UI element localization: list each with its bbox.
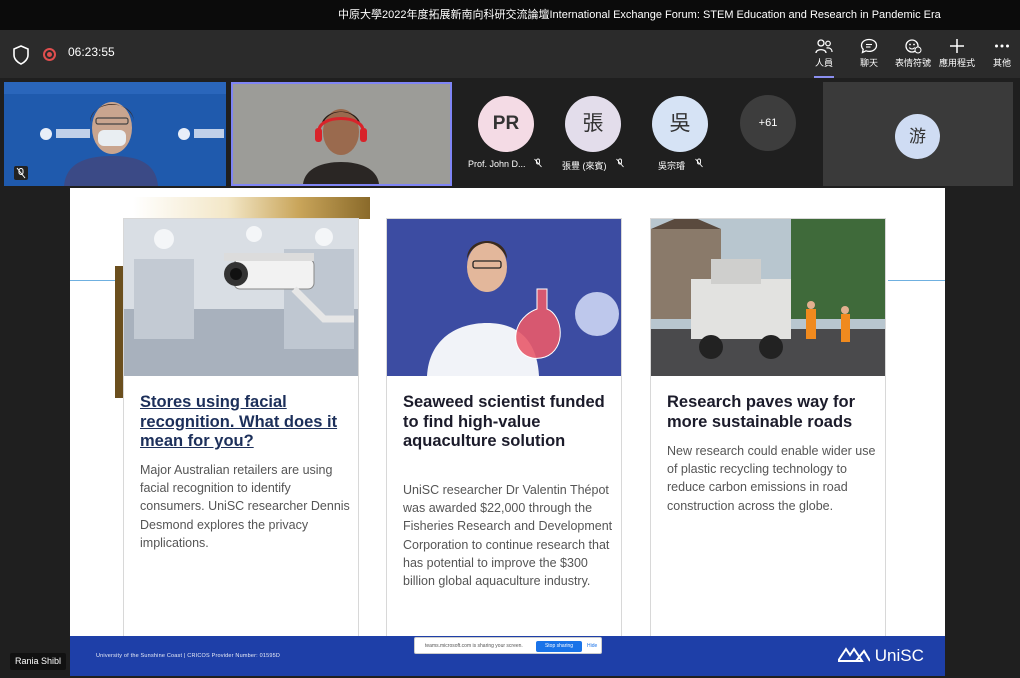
microphone-muted-icon: [695, 158, 703, 168]
participant-initials: 張: [582, 112, 604, 135]
news-card-image-scientist: [387, 219, 621, 376]
news-card-body: Major Australian retailers are using fac…: [140, 463, 350, 550]
microphone-muted-icon: [14, 166, 28, 180]
plus-icon: [950, 39, 964, 53]
meeting-title: 中原大學2022年度拓展新南向科研交流論壇International Excha…: [338, 9, 941, 21]
stop-sharing-button[interactable]: Stop sharing: [536, 641, 582, 652]
screen-share-message: teams.microsoft.com is sharing your scre…: [425, 643, 523, 649]
participant-name: 張豐 (來賓): [562, 161, 607, 171]
news-card[interactable]: Stores using facial recognition. What do…: [123, 218, 359, 644]
participant-initials: PR: [492, 113, 520, 134]
participant-avatar[interactable]: PR: [478, 96, 534, 152]
shared-screen-stage: Stores using facial recognition. What do…: [0, 188, 1020, 678]
news-card-image-roadworks: [651, 219, 885, 376]
slide-divider-line: [70, 280, 115, 281]
overflow-count: +61: [758, 117, 778, 129]
slide-divider-line: [888, 280, 945, 281]
unisc-logo: UniSC: [836, 646, 924, 666]
meeting-toolbar: 06:23:55 人員 聊天 表情符號 應用程式 其他: [0, 30, 1020, 78]
stage-right-margin: [945, 188, 1020, 678]
unisc-logo-icon: [836, 647, 871, 662]
emoji-button-label: 表情符號: [894, 58, 931, 68]
participant-gallery: PR Prof. John D... 張 張豐 (來賓) 吳 吳宗璿 +61 游: [0, 78, 1020, 190]
participant-initials: 吳: [669, 112, 691, 135]
participant-name: 吳宗璿: [658, 161, 686, 171]
participant-avatar[interactable]: 張: [565, 96, 621, 152]
chat-button[interactable]: 聊天: [849, 36, 889, 74]
video-tile-active-speaker[interactable]: [231, 82, 452, 186]
news-card-body: New research could enable wider use of p…: [667, 444, 876, 513]
unisc-logo-text: UniSC: [874, 646, 924, 665]
more-icon: [995, 44, 1009, 48]
more-button[interactable]: 其他: [982, 36, 1020, 74]
participant-video-image: [4, 82, 226, 186]
recording-indicator-icon: [43, 48, 56, 61]
news-card-title[interactable]: Research paves way for more sustainable …: [667, 393, 877, 432]
more-button-label: 其他: [992, 58, 1011, 68]
news-card-image-cctv: [124, 219, 358, 376]
video-tile-presenter-1[interactable]: [4, 82, 226, 186]
microphone-muted-icon: [616, 158, 624, 168]
people-button[interactable]: 人員: [804, 36, 844, 78]
news-card-title[interactable]: Stores using facial recognition. What do…: [140, 393, 350, 452]
meeting-timer: 06:23:55: [68, 45, 115, 59]
self-video-tile[interactable]: 游: [823, 82, 1013, 186]
participant-avatar[interactable]: 吳: [652, 96, 708, 152]
news-card-body: UniSC researcher Dr Valentin Thépot was …: [403, 483, 613, 589]
news-card[interactable]: Research paves way for more sustainable …: [650, 218, 886, 644]
emoji-icon: [905, 39, 922, 54]
news-card-title[interactable]: Seaweed scientist funded to find high-va…: [403, 393, 613, 452]
participant-name: Prof. John D...: [468, 159, 526, 169]
emoji-button[interactable]: 表情符號: [893, 36, 933, 74]
slide-footer-text: University of the Sunshine Coast | CRICO…: [96, 653, 281, 659]
more-participants-button[interactable]: +61: [740, 95, 796, 151]
screen-share-notification: teams.microsoft.com is sharing your scre…: [414, 637, 602, 654]
shield-icon[interactable]: [12, 45, 30, 65]
people-icon: [815, 39, 833, 54]
chat-button-label: 聊天: [859, 58, 878, 68]
hide-share-bar-button[interactable]: Hide: [587, 643, 597, 649]
shared-slide: Stores using facial recognition. What do…: [70, 188, 945, 676]
window-title-bar: 中原大學2022年度拓展新南向科研交流論壇International Excha…: [0, 0, 1020, 30]
slide-decorative-edge: [115, 266, 123, 398]
self-initials: 游: [909, 127, 926, 146]
participant-video-image: [233, 84, 450, 184]
presenter-name-badge: Rania Shibl: [10, 653, 67, 670]
apps-button[interactable]: 應用程式: [937, 36, 977, 74]
news-card[interactable]: Seaweed scientist funded to find high-va…: [386, 218, 622, 644]
self-avatar: 游: [895, 114, 940, 159]
microphone-muted-icon: [534, 158, 542, 168]
people-button-label: 人員: [814, 58, 833, 68]
slide-decorative-banner: [133, 197, 370, 219]
chat-icon: [860, 38, 878, 54]
apps-button-label: 應用程式: [938, 58, 975, 68]
